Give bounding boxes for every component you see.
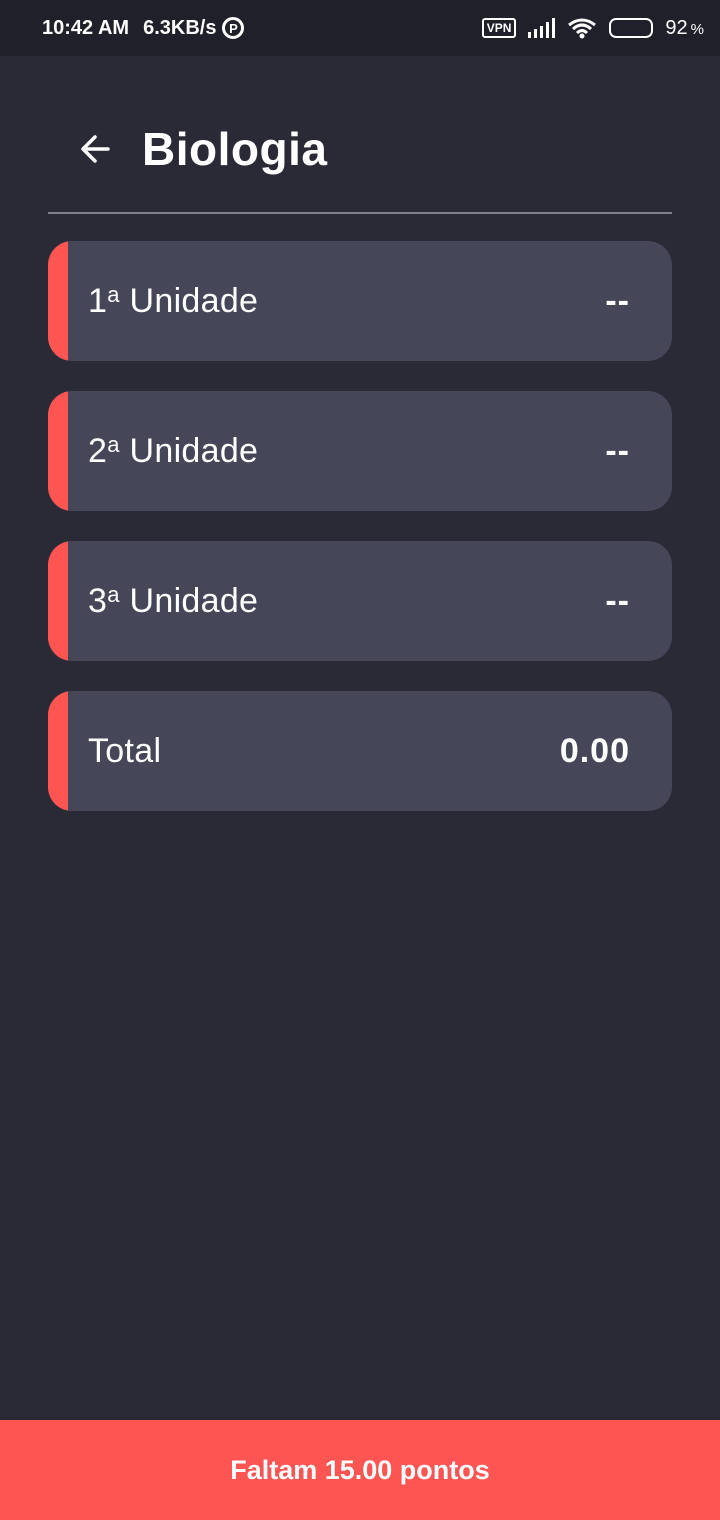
points-remaining-banner: Faltam 15.00 pontos bbox=[0, 1420, 720, 1520]
unit-ordinal-suffix: a bbox=[107, 581, 120, 607]
grade-list: 1a Unidade -- 2a Unidade -- 3a Unidade -… bbox=[48, 241, 672, 841]
total-card: Total 0.00 bbox=[48, 691, 672, 811]
wifi-icon bbox=[568, 18, 597, 39]
unit-grade: -- bbox=[605, 581, 630, 620]
page-header: Biologia bbox=[48, 110, 672, 214]
unit-name: Unidade bbox=[119, 431, 259, 470]
network-speed: 6.3KB/s bbox=[143, 16, 217, 39]
total-label: Total bbox=[88, 731, 162, 770]
battery-unit: % bbox=[690, 20, 704, 38]
battery-icon bbox=[609, 18, 654, 38]
unit-grade: -- bbox=[605, 431, 630, 470]
clock: 10:42 AM bbox=[42, 16, 130, 39]
status-bar-right: VPN 92 % bbox=[481, 17, 704, 40]
unit-label: 3a Unidade bbox=[88, 582, 258, 621]
unit-label: 1a Unidade bbox=[88, 282, 258, 321]
unit-ordinal-suffix: a bbox=[107, 431, 120, 457]
cell-signal-icon bbox=[528, 18, 556, 38]
unit-grade: -- bbox=[605, 281, 630, 320]
unit-ordinal-suffix: a bbox=[107, 281, 120, 307]
unit-card-2[interactable]: 2a Unidade -- bbox=[48, 391, 672, 511]
battery-percentage: 92 % bbox=[665, 17, 704, 40]
unit-name: Unidade bbox=[119, 281, 259, 320]
unit-card-1[interactable]: 1a Unidade -- bbox=[48, 241, 672, 361]
unit-name: Unidade bbox=[119, 581, 259, 620]
parking-app-icon: P bbox=[222, 17, 245, 39]
unit-ordinal: 2 bbox=[88, 431, 108, 470]
back-button[interactable] bbox=[74, 127, 118, 171]
unit-label: 2a Unidade bbox=[88, 432, 258, 471]
unit-ordinal: 1 bbox=[88, 281, 108, 320]
points-remaining-text: Faltam 15.00 pontos bbox=[230, 1454, 490, 1485]
status-bar: 10:42 AM 6.3KB/s P VPN 92 % bbox=[0, 0, 720, 56]
unit-card-3[interactable]: 3a Unidade -- bbox=[48, 541, 672, 661]
total-value: 0.00 bbox=[559, 731, 630, 770]
vpn-icon: VPN bbox=[481, 18, 517, 38]
unit-ordinal: 3 bbox=[88, 581, 108, 620]
battery-level: 92 bbox=[665, 16, 688, 39]
arrow-left-icon bbox=[81, 135, 110, 163]
network-speed-group: 6.3KB/s P bbox=[143, 16, 245, 40]
status-bar-left: 10:42 AM 6.3KB/s P bbox=[42, 16, 245, 40]
page-title: Biologia bbox=[142, 123, 328, 175]
